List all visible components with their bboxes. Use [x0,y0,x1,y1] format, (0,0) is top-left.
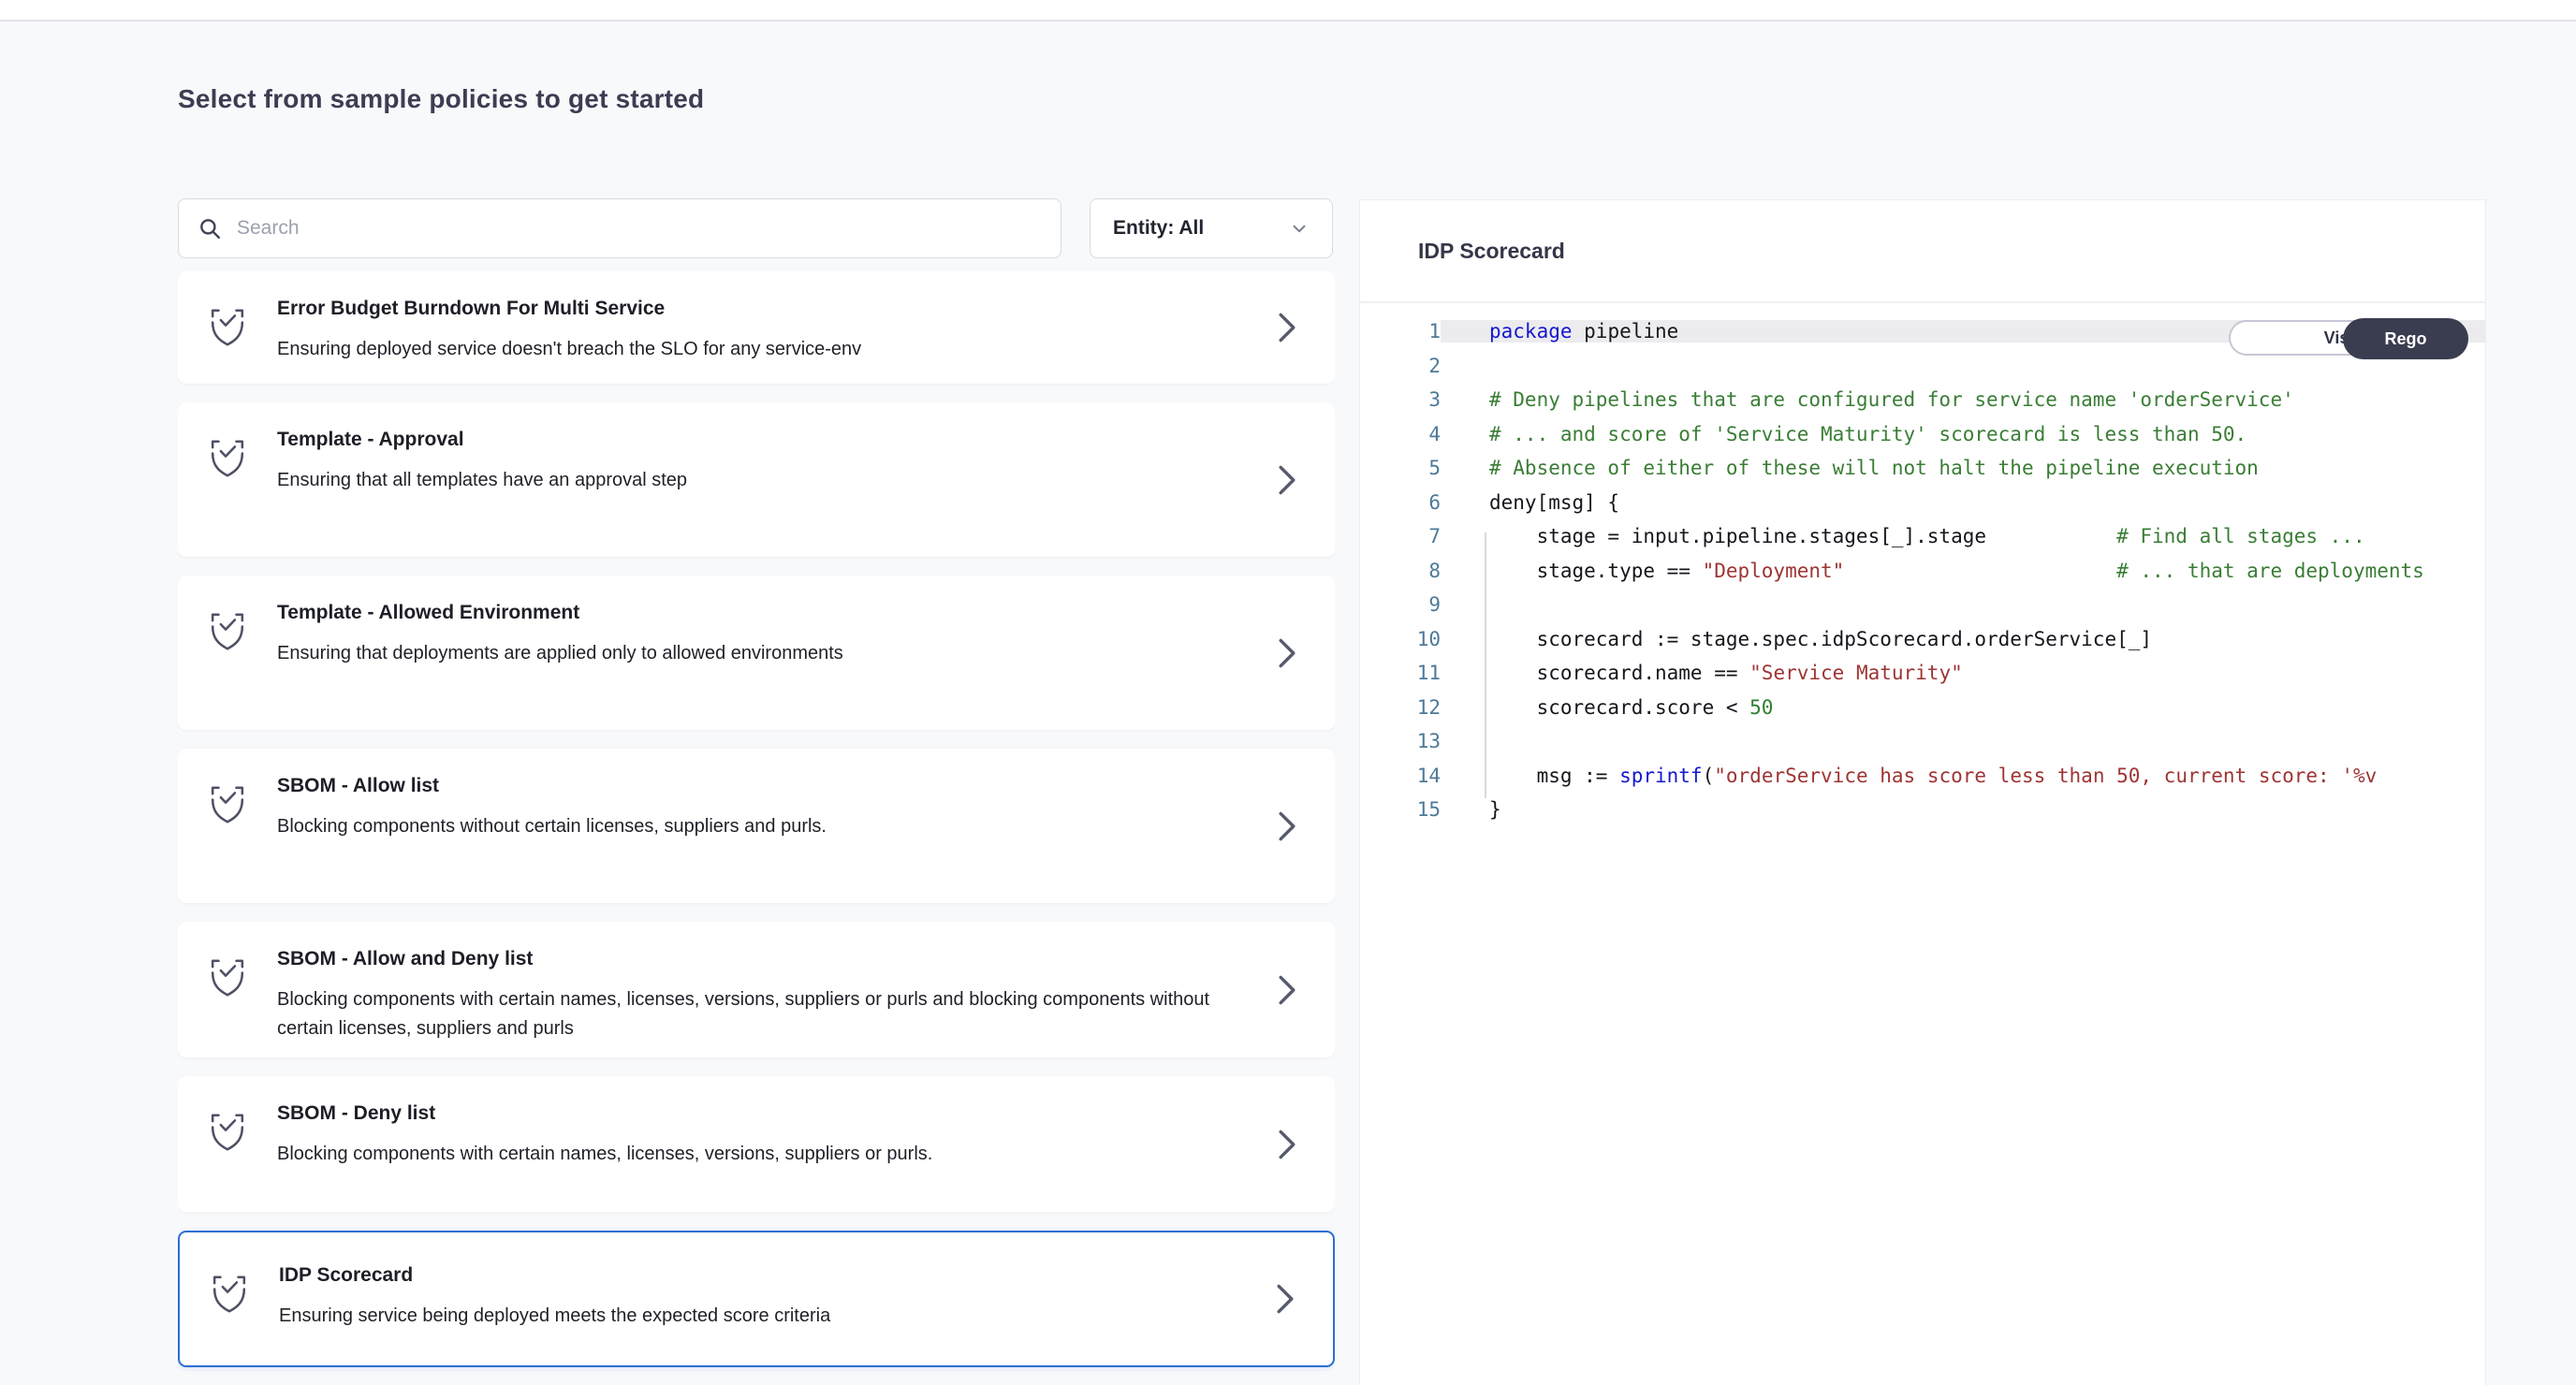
code-text: } [1441,798,2485,821]
list-item-text: SBOM - Deny list Blocking components with… [277,1102,1303,1169]
policy-description: Ensuring deployed service doesn't breach… [277,335,1247,364]
policy-title: Template - Allowed Environment [277,602,1247,624]
policy-title: Error Budget Burndown For Multi Service [277,298,1247,320]
code-line: 14 msg := sprintf("orderService has scor… [1360,759,2485,794]
chevron-right-icon [1277,464,1297,496]
shield-check-icon [212,1274,247,1315]
code-line: 12 scorecard.score < 50 [1360,691,2485,725]
line-number: 2 [1360,355,1441,377]
list-item-text: SBOM - Allow and Deny list Blocking compo… [277,948,1303,1043]
policy-description: Ensuring service being deployed meets th… [279,1302,1245,1331]
code-text: # Deny pipelines that are configured for… [1441,388,2485,411]
chevron-right-icon [1277,312,1297,343]
line-number: 7 [1360,525,1441,547]
line-number: 12 [1360,696,1441,719]
rego-code-editor[interactable]: Visual Rego 1package pipeline23# Deny pi… [1360,303,2485,1382]
list-item[interactable]: SBOM - Allow list Blocking components wit… [178,749,1335,903]
list-item[interactable]: Error Budget Burndown For Multi Service E… [178,271,1335,384]
code-text: stage.type == "Deployment" # ... that ar… [1441,560,2485,582]
code-text: scorecard.score < 50 [1441,696,2485,719]
policy-title: SBOM - Allow list [277,775,1247,797]
code-text: msg := sprintf("orderService has score l… [1441,765,2485,787]
line-number: 11 [1360,662,1441,684]
code-text: # Absence of either of these will not ha… [1441,457,2485,479]
search-box[interactable] [178,198,1061,258]
code-text: deny[msg] { [1441,491,2485,514]
list-item-text: Template - Allowed Environment Ensuring t… [277,602,1303,668]
chevron-right-icon [1277,974,1297,1006]
line-number: 4 [1360,423,1441,445]
code-line: 9 [1360,588,2485,622]
code-line: 6deny[msg] { [1360,486,2485,520]
line-number: 8 [1360,560,1441,582]
chevron-right-icon [1277,637,1297,669]
shield-check-icon [210,784,245,825]
shield-check-icon [210,611,245,652]
list-item[interactable]: Template - Allowed Environment Ensuring t… [178,576,1335,730]
entity-filter-dropdown[interactable]: Entity: All [1090,198,1333,258]
code-line: 15} [1360,793,2485,827]
code-text: # ... and score of 'Service Maturity' sc… [1441,423,2485,445]
shield-check-icon [210,1112,245,1153]
policy-description: Ensuring that all templates have an appr… [277,466,1247,495]
search-icon [198,216,222,241]
code-line: 4# ... and score of 'Service Maturity' s… [1360,417,2485,452]
list-item[interactable]: SBOM - Allow and Deny list Blocking compo… [178,922,1335,1057]
code-line: 5# Absence of either of these will not h… [1360,451,2485,486]
list-item-text: Template - Approval Ensuring that all tem… [277,429,1303,495]
line-number: 15 [1360,798,1441,821]
code-line: 10 scorecard := stage.spec.idpScorecard.… [1360,622,2485,657]
page-title: Select from sample policies to get start… [178,84,704,114]
policy-description: Blocking components with certain names, … [277,1140,1247,1169]
chevron-right-icon [1277,1129,1297,1160]
list-item-text: IDP Scorecard Ensuring service being depl… [279,1264,1301,1331]
code-line: 11 scorecard.name == "Service Maturity" [1360,656,2485,691]
code-line: 7 stage = input.pipeline.stages[_].stage… [1360,519,2485,554]
top-divider [0,0,2576,22]
policy-title: IDP Scorecard [279,1264,1245,1287]
line-number: 1 [1360,320,1441,343]
code-line: 8 stage.type == "Deployment" # ... that … [1360,554,2485,589]
indent-guide [1485,532,1486,798]
policy-description: Ensuring that deployments are applied on… [277,639,1247,668]
code-text: scorecard.name == "Service Maturity" [1441,662,2485,684]
line-number: 10 [1360,628,1441,650]
chevron-down-icon [1289,218,1310,239]
shield-check-icon [210,307,245,348]
entity-filter-label: Entity: All [1113,217,1204,240]
list-item-text: Error Budget Burndown For Multi Service E… [277,298,1303,364]
line-number: 3 [1360,388,1441,411]
line-number: 6 [1360,491,1441,514]
line-number: 14 [1360,765,1441,787]
policy-sample-page: Select from sample policies to get start… [0,0,2576,1385]
chevron-right-icon [1275,1283,1295,1315]
code-line: 3# Deny pipelines that are configured fo… [1360,383,2485,417]
line-number: 5 [1360,457,1441,479]
rego-mode-button[interactable]: Rego [2343,318,2468,359]
code-text: scorecard := stage.spec.idpScorecard.ord… [1441,628,2485,650]
policy-preview-panel: IDP Scorecard Visual Rego 1package pipel… [1359,199,2486,1385]
policy-title: Template - Approval [277,429,1247,451]
line-number: 9 [1360,593,1441,616]
policy-title: SBOM - Deny list [277,1102,1247,1125]
policy-list: Error Budget Burndown For Multi Service E… [178,271,1335,1385]
code-text: stage = input.pipeline.stages[_].stage #… [1441,525,2485,547]
editor-mode-toggle[interactable]: Visual Rego [2229,320,2468,356]
policy-title: SBOM - Allow and Deny list [277,948,1247,970]
chevron-right-icon [1277,810,1297,842]
policy-description: Blocking components without certain lice… [277,812,1247,841]
list-item[interactable]: Template - Approval Ensuring that all tem… [178,402,1335,557]
search-input[interactable] [237,217,1042,240]
policy-description: Blocking components with certain names, … [277,985,1247,1043]
shield-check-icon [210,438,245,479]
list-item-text: SBOM - Allow list Blocking components wit… [277,775,1303,841]
line-number: 13 [1360,730,1441,752]
code-line: 13 [1360,724,2485,759]
shield-check-icon [210,957,245,999]
policy-preview-title: IDP Scorecard [1418,239,1565,264]
policy-preview-header: IDP Scorecard [1360,200,2485,303]
list-item[interactable]: IDP Scorecard Ensuring service being depl… [178,1231,1335,1367]
list-item[interactable]: SBOM - Deny list Blocking components with… [178,1076,1335,1212]
